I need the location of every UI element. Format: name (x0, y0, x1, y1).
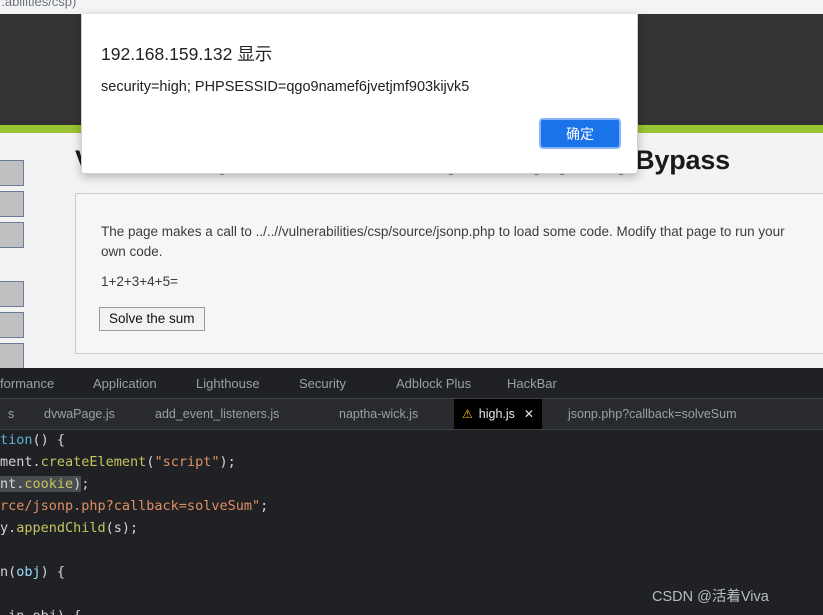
devtools-tab-security[interactable]: Security (299, 368, 346, 398)
code-token: nt. (0, 476, 25, 492)
dvwa-sidebar (0, 160, 24, 368)
code-line: ment.createElement("script"); (0, 452, 236, 472)
screenshot-root: ...abilities/csp) Vulnerability: Content… (0, 0, 823, 615)
alert-confirm-button[interactable]: 确定 (539, 118, 621, 149)
watermark-text: CSDN @活着Viva (652, 589, 769, 605)
code-token: n( (0, 564, 17, 580)
sidebar-item-3[interactable] (0, 281, 24, 307)
devtools-tab-formance[interactable]: formance (0, 368, 54, 398)
browser-page-viewport: ...abilities/csp) Vulnerability: Content… (0, 0, 823, 368)
devtools-file-tabbar: s dvwaPage.js add_event_listeners.js naptha… (0, 399, 823, 430)
file-tab-dvwapage-js[interactable]: dvwaPage.js (36, 399, 123, 429)
file-tab-high-js[interactable]: ⚠ high.js ✕ (454, 399, 542, 429)
code-token: ) { (40, 564, 66, 580)
solve-the-sum-button[interactable]: Solve the sum (99, 307, 205, 331)
code-line: n(obj) { (0, 562, 65, 582)
file-tab-jsonp-php-callback-solvesum[interactable]: jsonp.php?callback=solveSum (560, 399, 745, 429)
file-tab-label: naptha-wick.js (339, 407, 419, 421)
code-token: ment. (0, 454, 41, 470)
code-line: y.appendChild(s); (0, 518, 138, 538)
file-tab-add-event-listeners-js[interactable]: add_event_listeners.js (147, 399, 287, 429)
file-tab-label: jsonp.php?callback=solveSum (568, 407, 737, 421)
devtools-tab-application[interactable]: Application (93, 368, 157, 398)
code-token: rce/jsonp.php?callback=solveSum" (0, 498, 261, 514)
code-token: ; (81, 476, 90, 492)
code-token: obj (16, 564, 41, 580)
code-token: y. (0, 520, 17, 536)
sidebar-item-0[interactable] (0, 160, 24, 186)
sidebar-item-1[interactable] (0, 191, 24, 217)
code-token: createElement (40, 454, 147, 470)
javascript-alert-dialog: 192.168.159.132 显示 security=high; PHPSES… (81, 14, 638, 174)
code-token: () { (32, 432, 66, 448)
instruction-text: The page makes a call to ../..//vulnerab… (101, 224, 785, 259)
code-token: cookie (24, 476, 74, 492)
close-icon[interactable]: ✕ (524, 407, 534, 421)
sidebar-item-5[interactable] (0, 343, 24, 368)
devtools-panel: formance Application Lighthouse Security Adb… (0, 368, 823, 615)
code-token: ; (260, 498, 269, 514)
alert-origin-label: 192.168.159.132 显示 (101, 44, 273, 64)
code-token: ); (219, 454, 236, 470)
devtools-tabbar: formance Application Lighthouse Security Adb… (0, 368, 823, 399)
sidebar-item-2[interactable] (0, 222, 24, 248)
sidebar-item-4[interactable] (0, 312, 24, 338)
alert-message-text: security=high; PHPSESSID=qgo9namef6jvetj… (101, 79, 470, 95)
devtools-tab-hackbar[interactable]: HackBar (507, 368, 557, 398)
url-bar-remnant: ...abilities/csp) (0, 0, 823, 11)
vulnerability-panel: The page makes a call to ../..//vulnerab… (75, 193, 823, 354)
file-tab-label: add_event_listeners.js (155, 407, 280, 421)
code-token: (s); (105, 520, 139, 536)
code-token: "script" (154, 454, 220, 470)
file-tab-label: dvwaPage.js (44, 407, 115, 421)
file-tab-label: high.js (478, 407, 515, 421)
sum-expression: 1+2+3+4+5= (101, 274, 178, 289)
code-token: tion (0, 432, 33, 448)
file-tab-s[interactable]: s (0, 399, 22, 429)
code-line: nt.cookie); (0, 474, 89, 494)
warning-icon: ⚠ (462, 407, 473, 421)
file-tab-naptha-wick-js[interactable]: naptha-wick.js (331, 399, 426, 429)
code-line: rce/jsonp.php?callback=solveSum"; (0, 496, 268, 516)
devtools-tab-lighthouse[interactable]: Lighthouse (196, 368, 260, 398)
code-line: in obj) { (0, 606, 81, 615)
code-token: appendChild (16, 520, 106, 536)
code-line: tion() { (0, 430, 65, 450)
devtools-tab-adblock-plus[interactable]: Adblock Plus (396, 368, 471, 398)
code-token: in obj) { (0, 608, 81, 615)
file-tab-label: s (8, 407, 15, 421)
url-text: ...abilities/csp) (0, 0, 77, 9)
